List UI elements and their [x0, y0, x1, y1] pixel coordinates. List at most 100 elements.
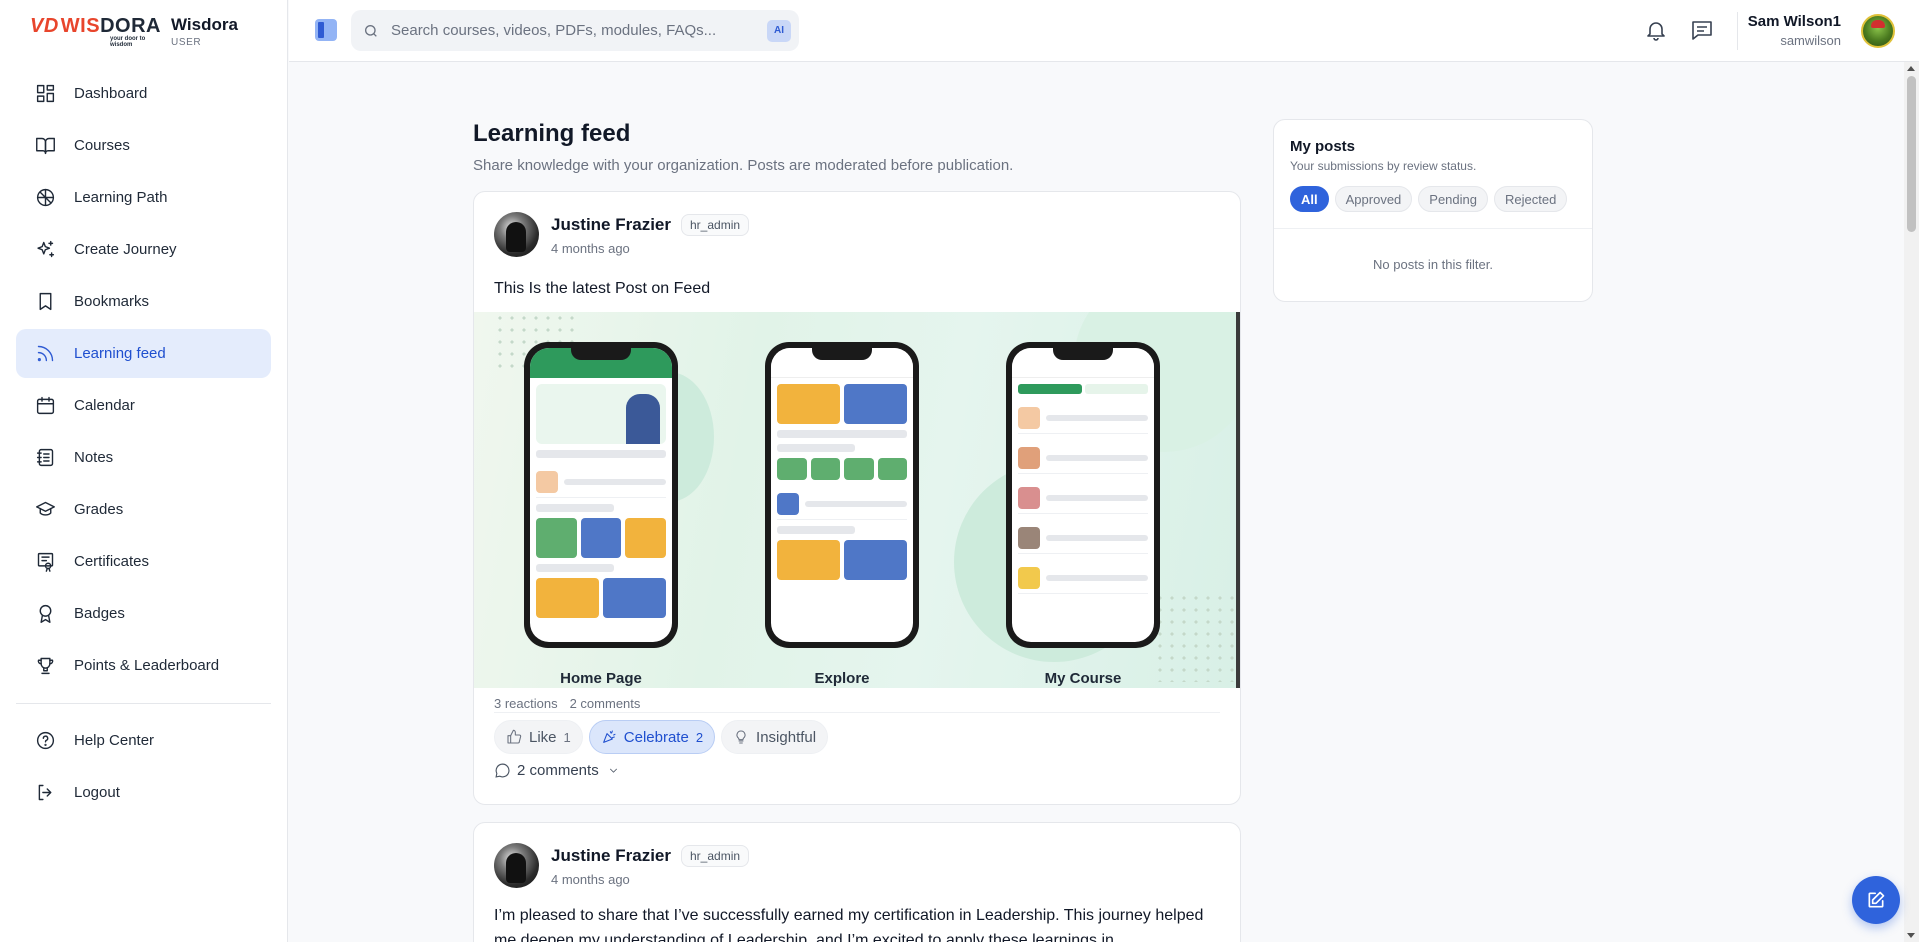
search-bar: AI	[351, 10, 799, 51]
page-subtitle: Share knowledge with your organization. …	[473, 157, 1014, 174]
header-divider	[1737, 12, 1738, 50]
sidebar-nav: Dashboard Courses Learning Path Create J…	[16, 69, 271, 693]
author-name[interactable]: Justine Frazier	[551, 846, 671, 866]
my-posts-subtitle: Your submissions by review status.	[1290, 159, 1477, 173]
scroll-up-arrow[interactable]	[1907, 66, 1915, 71]
post-text: I’m pleased to share that I’ve successfu…	[494, 907, 1204, 942]
brand-name: Wisdora	[171, 14, 238, 34]
image-label-my-course: My Course	[1044, 670, 1122, 687]
sidebar-item-badges[interactable]: Badges	[16, 589, 271, 638]
reaction-count[interactable]: 3 reactions	[494, 696, 558, 711]
image-label-home: Home Page	[560, 670, 642, 687]
sidebar-item-grades[interactable]: Grades	[16, 485, 271, 534]
filter-approved[interactable]: Approved	[1334, 186, 1413, 212]
avatar[interactable]	[1861, 14, 1895, 48]
badge-icon	[34, 603, 56, 625]
user-handle: samwilson	[1780, 33, 1841, 48]
author-role-badge: hr_admin	[681, 845, 750, 867]
sidebar-item-points-leaderboard[interactable]: Points & Leaderboard	[16, 641, 271, 690]
reaction-bar: Like 1 Celebrate 2 Insightful	[494, 720, 829, 754]
page-scrollbar[interactable]	[1904, 62, 1919, 942]
sidebar-toggle-icon[interactable]	[315, 19, 337, 41]
post-image[interactable]: Home Page Explore My Course	[474, 312, 1240, 688]
insightful-button[interactable]: Insightful	[721, 720, 829, 754]
author-name[interactable]: Justine Frazier	[551, 215, 671, 235]
filter-all[interactable]: All	[1290, 186, 1329, 212]
edit-icon	[1868, 891, 1885, 908]
logout-icon	[34, 782, 56, 804]
lightbulb-icon	[736, 730, 746, 744]
bell-icon[interactable]	[1644, 18, 1670, 44]
feed-post: Justine Frazier hr_admin 4 months ago I’…	[473, 822, 1241, 942]
celebrate-count: 2	[695, 729, 704, 745]
sidebar-item-logout[interactable]: Logout	[16, 768, 271, 817]
author-role-badge: hr_admin	[681, 214, 750, 236]
author-avatar[interactable]	[494, 212, 539, 257]
sidebar-item-help-center[interactable]: Help Center	[16, 716, 271, 765]
phone-mockup-explore	[765, 342, 919, 648]
image-edge	[1236, 312, 1240, 688]
decorative-dots	[1154, 592, 1234, 682]
certificate-icon	[34, 551, 56, 573]
messages-icon[interactable]	[1690, 18, 1716, 44]
party-popper-icon	[602, 730, 616, 743]
comment-icon	[495, 763, 510, 778]
post-time: 4 months ago	[551, 241, 630, 256]
sparkles-icon	[34, 239, 56, 261]
search-icon	[363, 23, 379, 39]
my-posts-divider	[1274, 228, 1592, 229]
image-label-explore: Explore	[814, 670, 870, 687]
sidebar-item-notes[interactable]: Notes	[16, 433, 271, 482]
like-button[interactable]: Like 1	[494, 720, 583, 754]
comments-toggle[interactable]: 2 comments	[494, 762, 626, 779]
celebrate-button[interactable]: Celebrate 2	[588, 720, 716, 754]
my-posts-title: My posts	[1290, 138, 1356, 155]
phone-mockup-home	[524, 342, 678, 648]
sidebar-item-bookmarks[interactable]: Bookmarks	[16, 277, 271, 326]
feed-post: Justine Frazier hr_admin 4 months ago Th…	[473, 191, 1241, 805]
dashboard-icon	[34, 83, 56, 105]
post-text: This Is the latest Post on Feed	[494, 280, 711, 297]
brand-role: USER	[171, 36, 202, 48]
sidebar-item-dashboard[interactable]: Dashboard	[16, 69, 271, 118]
path-icon	[34, 187, 56, 209]
top-header: AI Sam Wilson1 samwilson	[289, 0, 1919, 62]
sidebar-item-create-journey[interactable]: Create Journey	[16, 225, 271, 274]
sidebar-item-learning-path[interactable]: Learning Path	[16, 173, 271, 222]
help-icon	[34, 730, 56, 752]
rss-icon	[34, 343, 56, 365]
user-menu[interactable]: Sam Wilson1 samwilson	[1748, 13, 1841, 48]
sidebar-item-courses[interactable]: Courses	[16, 121, 271, 170]
notes-icon	[34, 447, 56, 469]
comment-count[interactable]: 2 comments	[570, 696, 641, 711]
chevron-down-icon	[609, 768, 617, 773]
search-input[interactable]	[391, 22, 767, 39]
sidebar-divider	[16, 703, 271, 704]
user-name: Sam Wilson1	[1747, 13, 1841, 30]
sidebar: VD WIS DORA your door to wisdom Wisdora …	[0, 0, 288, 942]
calendar-icon	[34, 395, 56, 417]
graduation-cap-icon	[34, 499, 56, 521]
sidebar-item-certificates[interactable]: Certificates	[16, 537, 271, 586]
empty-state: No posts in this filter.	[1373, 257, 1493, 272]
filter-pending[interactable]: Pending	[1418, 186, 1488, 212]
filter-rejected[interactable]: Rejected	[1494, 186, 1568, 212]
page-title: Learning feed	[473, 120, 631, 147]
like-count: 1	[563, 729, 571, 745]
bookmark-icon	[34, 291, 56, 313]
wisdora-logo: VD WIS DORA your door to wisdom	[30, 14, 161, 48]
trophy-icon	[34, 655, 56, 677]
sidebar-item-learning-feed[interactable]: Learning feed	[16, 329, 271, 378]
scroll-thumb[interactable]	[1907, 76, 1916, 232]
phone-mockup-my-course	[1006, 342, 1160, 648]
post-time: 4 months ago	[551, 872, 630, 887]
status-filter: All Approved Pending Rejected	[1290, 186, 1568, 212]
scroll-down-arrow[interactable]	[1907, 933, 1915, 938]
sidebar-item-calendar[interactable]: Calendar	[16, 381, 271, 430]
author-avatar[interactable]	[494, 843, 539, 888]
compose-post-button[interactable]	[1852, 876, 1900, 924]
brand[interactable]: VD WIS DORA your door to wisdom Wisdora …	[0, 0, 287, 62]
thumbs-up-icon	[507, 729, 522, 744]
ai-search-badge[interactable]: AI	[767, 19, 791, 42]
book-icon	[34, 135, 56, 157]
